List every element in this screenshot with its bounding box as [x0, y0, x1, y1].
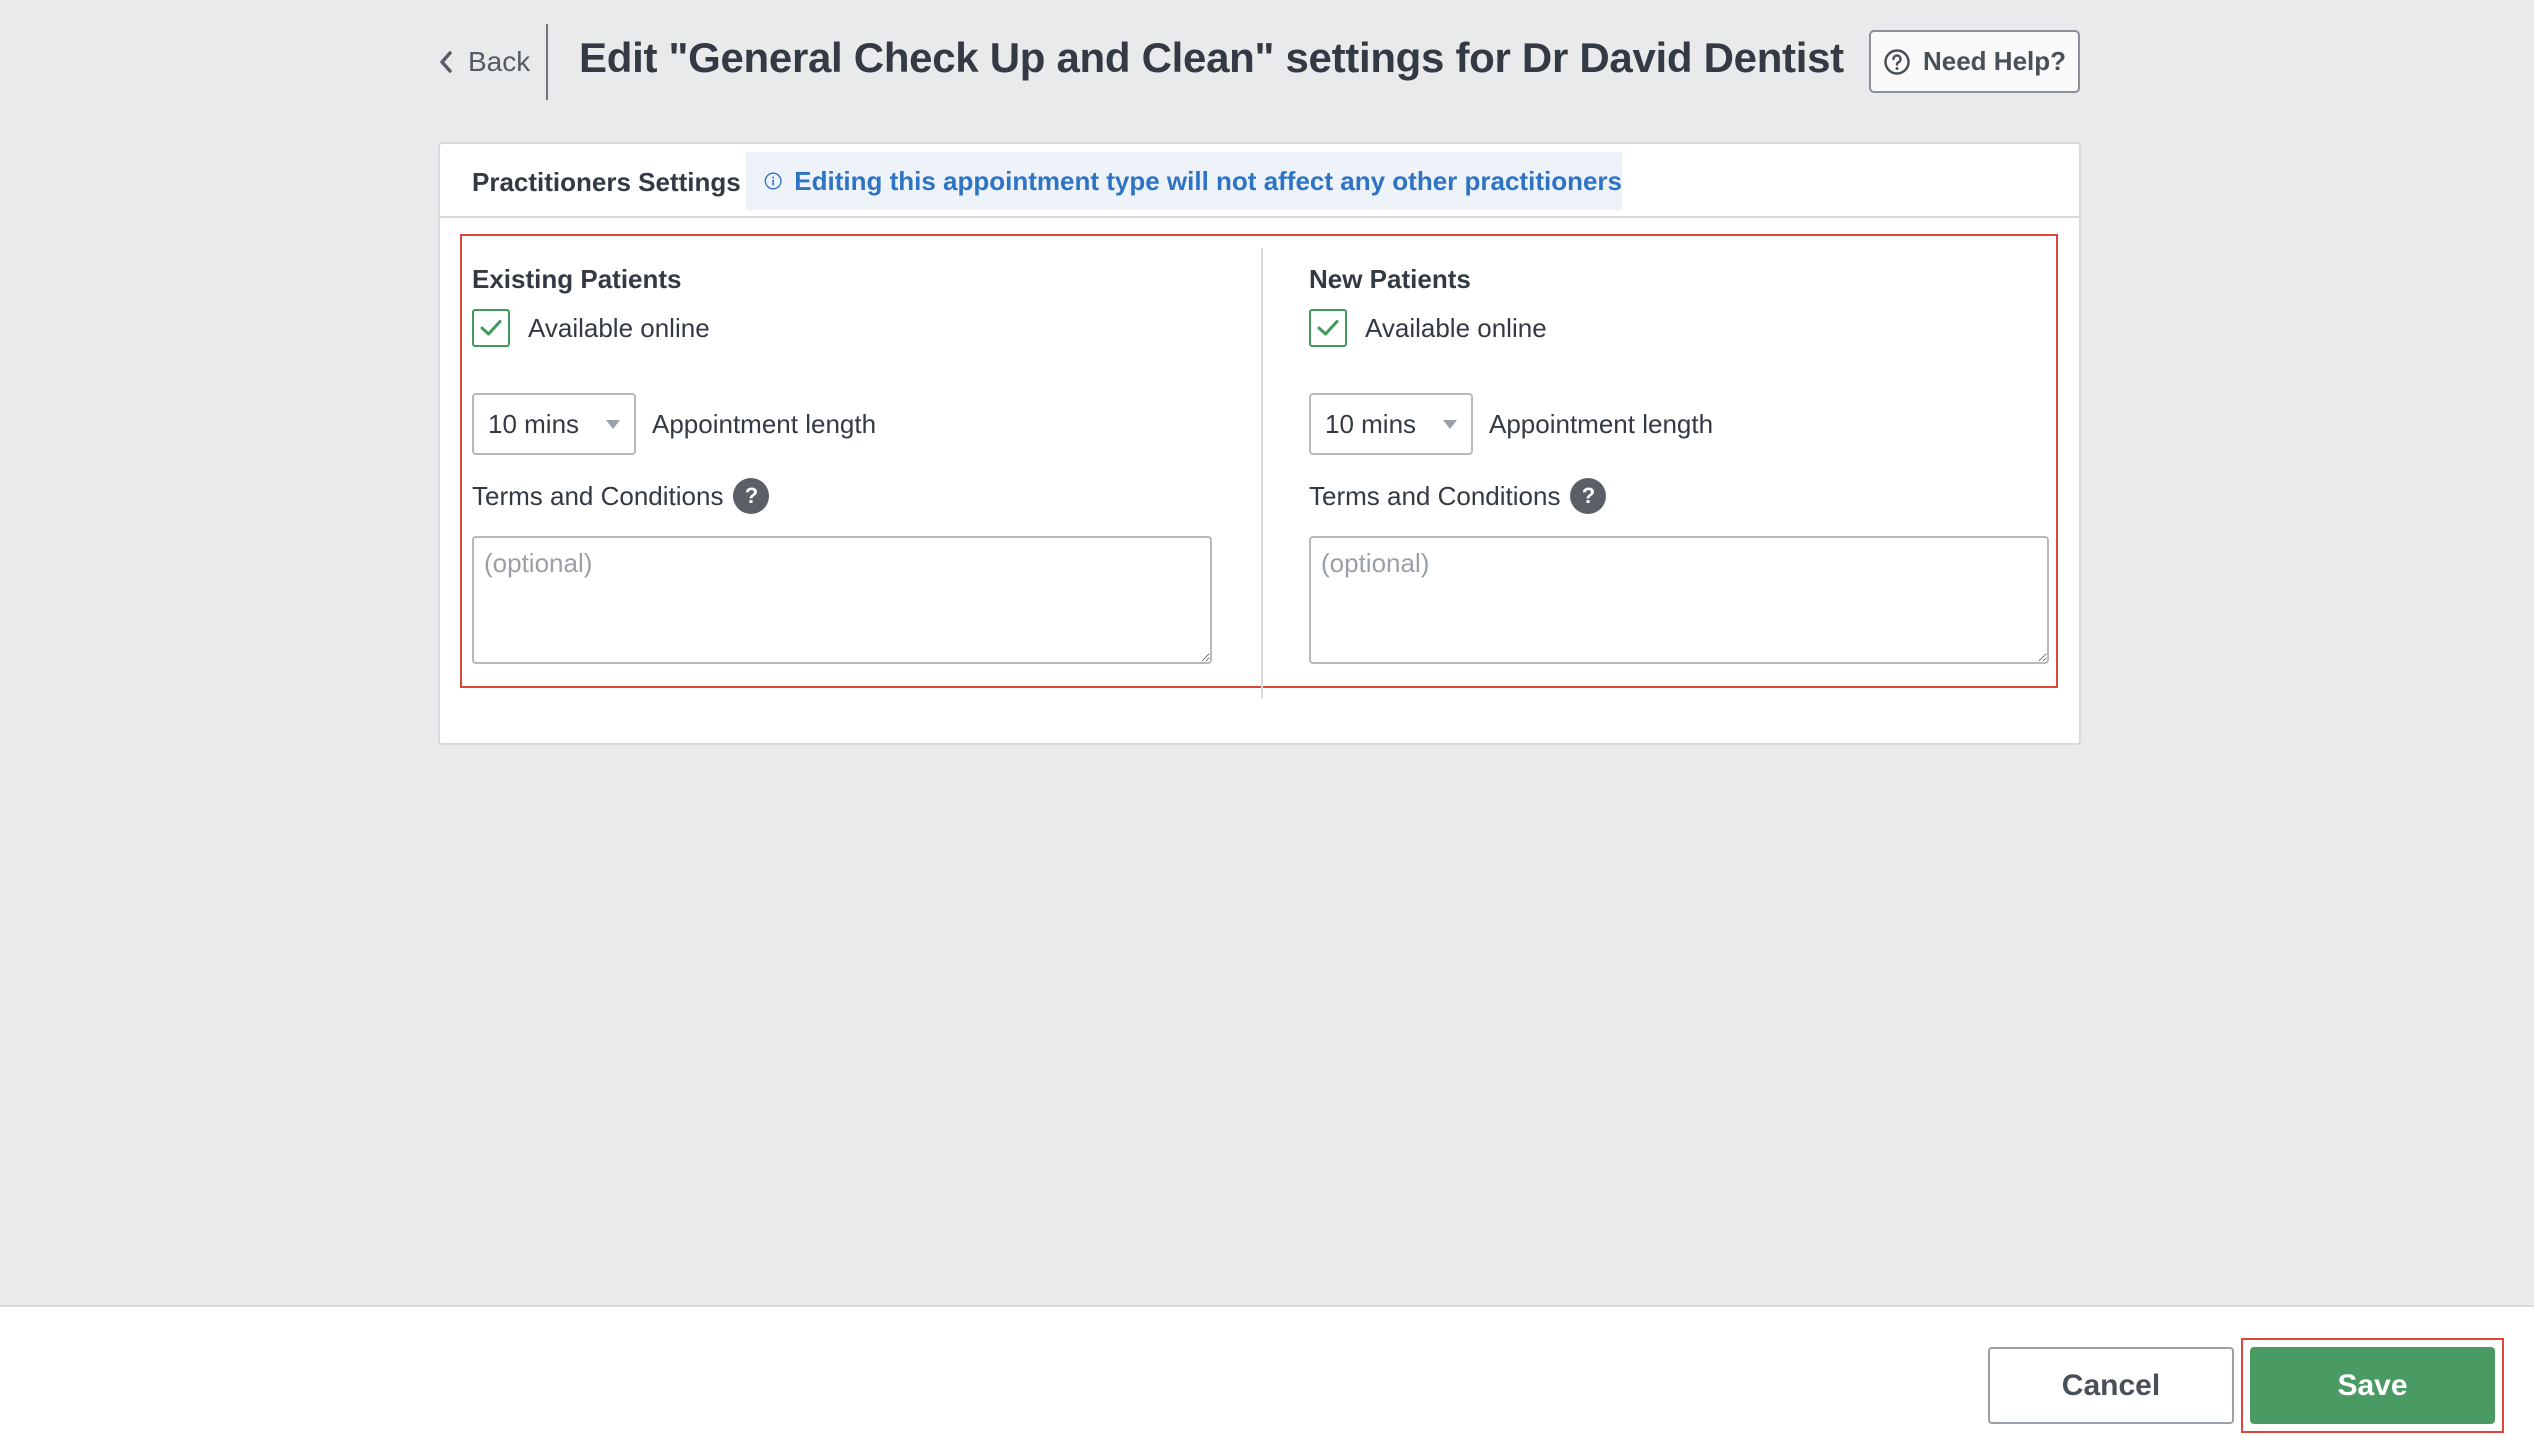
existing-patients-title: Existing Patients: [472, 264, 682, 294]
info-circle-icon: [764, 172, 782, 190]
new-patients-section: New Patients Available online 10 mins Ap…: [1309, 264, 2049, 684]
question-circle-icon: [1884, 48, 1910, 75]
back-label: Back: [468, 46, 531, 77]
new-terms-row: Terms and Conditions ?: [1309, 476, 1607, 516]
new-appointment-length-label: Appointment length: [1489, 408, 1714, 439]
page: Back Edit "General Check Up and Clean" s…: [0, 0, 2534, 1446]
need-help-label: Need Help?: [1922, 46, 2067, 76]
practitioner-settings-card: Practitioners Settings Editing this appo…: [438, 142, 2081, 745]
chevron-left-icon: [440, 51, 452, 73]
card-tab-bar: Practitioners Settings Editing this appo…: [440, 144, 2079, 218]
new-appointment-length-value: 10 mins: [1325, 408, 1417, 439]
new-terms-textarea[interactable]: [1309, 536, 2049, 664]
existing-appointment-length-label: Appointment length: [652, 408, 877, 439]
info-text: Editing this appointment type will not a…: [794, 165, 1622, 196]
existing-available-online-label: Available online: [528, 312, 710, 343]
caret-down-icon: [1443, 419, 1457, 429]
back-link[interactable]: Back: [438, 40, 530, 84]
existing-appointment-length-row: 10 mins Appointment length: [472, 392, 876, 456]
question-circle-icon[interactable]: ?: [1570, 478, 1607, 514]
existing-terms-row: Terms and Conditions ?: [472, 476, 770, 516]
existing-appointment-length-value: 10 mins: [488, 408, 580, 439]
caret-down-icon: [606, 419, 620, 429]
new-available-online-checkbox[interactable]: [1309, 309, 1347, 347]
tab-practitioners-settings[interactable]: Practitioners Settings: [472, 162, 741, 202]
new-terms-label: Terms and Conditions: [1309, 480, 1561, 511]
existing-appointment-length-select[interactable]: 10 mins: [472, 393, 636, 455]
question-circle-icon[interactable]: ?: [733, 478, 770, 514]
existing-patients-section: Existing Patients Available online 10 mi…: [472, 264, 1212, 684]
info-banner: Editing this appointment type will not a…: [746, 152, 1622, 210]
new-appointment-length-row: 10 mins Appointment length: [1309, 392, 1713, 456]
existing-available-online-row[interactable]: Available online: [472, 308, 710, 348]
need-help-button[interactable]: Need Help?: [1869, 30, 2080, 93]
new-available-online-label: Available online: [1365, 312, 1547, 343]
existing-terms-label: Terms and Conditions: [472, 480, 724, 511]
checkmark-icon: [480, 320, 502, 336]
save-button[interactable]: Save: [2250, 1347, 2495, 1424]
page-title: Edit "General Check Up and Clean" settin…: [579, 34, 1844, 81]
column-divider: [1261, 248, 1263, 698]
new-appointment-length-select[interactable]: 10 mins: [1309, 393, 1473, 455]
new-available-online-row[interactable]: Available online: [1309, 308, 1547, 348]
cancel-button[interactable]: Cancel: [1988, 1347, 2234, 1424]
checkmark-icon: [1317, 320, 1339, 336]
existing-terms-textarea[interactable]: [472, 536, 1212, 664]
header-divider: [546, 24, 548, 100]
existing-available-online-checkbox[interactable]: [472, 309, 510, 347]
new-patients-title: New Patients: [1309, 264, 1471, 294]
